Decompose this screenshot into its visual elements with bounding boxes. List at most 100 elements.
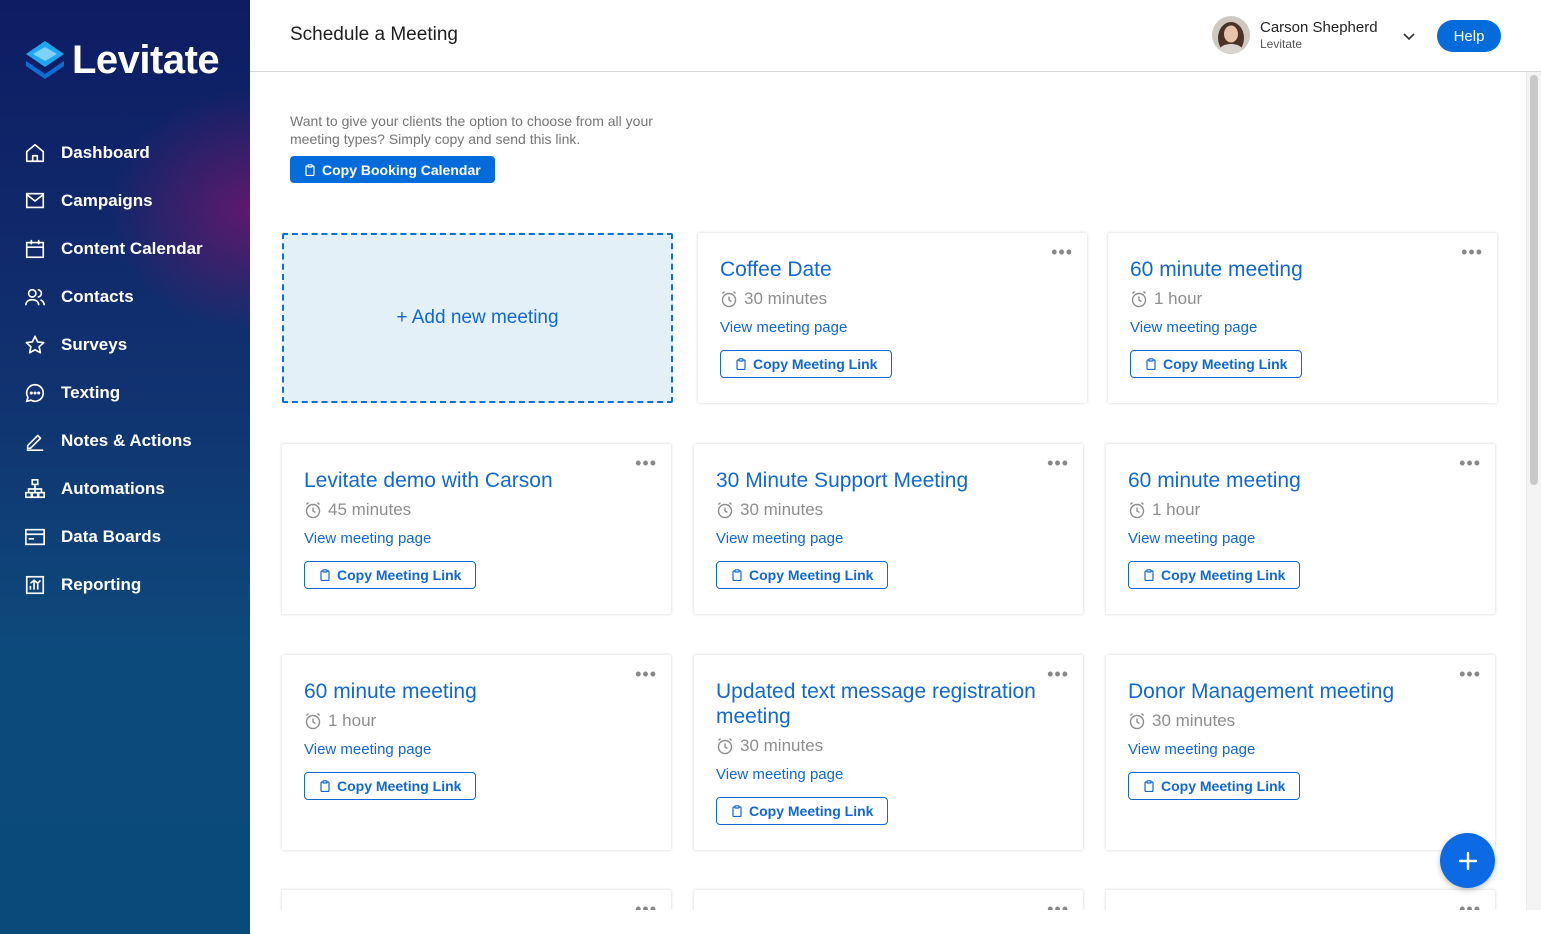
calendar-icon: [24, 238, 46, 260]
clipboard-icon: [1146, 358, 1156, 370]
meeting-title[interactable]: Donor Management meeting: [1128, 679, 1458, 704]
clipboard-icon: [1144, 780, 1154, 792]
meeting-title[interactable]: 60 minute meeting: [1130, 257, 1460, 282]
meeting-card: •••: [282, 890, 671, 910]
sidebar-item-contacts[interactable]: Contacts: [0, 273, 250, 321]
scrollbar-thumb[interactable]: [1530, 75, 1538, 485]
clipboard-icon: [732, 569, 742, 581]
clock-icon: [305, 713, 321, 730]
chevron-down-icon[interactable]: [1400, 27, 1418, 45]
main-content: Want to give your clients the option to …: [250, 72, 1526, 910]
sidebar-item-notes-actions[interactable]: Notes & Actions: [0, 417, 250, 465]
copy-meeting-link-button[interactable]: Copy Meeting Link: [304, 561, 477, 589]
view-meeting-page-link[interactable]: View meeting page: [304, 530, 431, 547]
copy-booking-calendar-button[interactable]: Copy Booking Calendar: [290, 156, 495, 183]
more-options-icon[interactable]: •••: [1459, 665, 1481, 683]
more-options-icon[interactable]: •••: [1047, 900, 1069, 910]
clock-icon: [717, 502, 733, 519]
view-meeting-page-link[interactable]: View meeting page: [1130, 319, 1257, 336]
copy-meeting-link-button[interactable]: Copy Meeting Link: [304, 772, 477, 800]
view-meeting-page-link[interactable]: View meeting page: [1128, 741, 1255, 758]
clock-icon: [1129, 502, 1145, 519]
plus-icon: [1458, 851, 1477, 870]
meeting-title[interactable]: Updated text message registration meetin…: [716, 679, 1046, 729]
add-new-meeting-label: + Add new meeting: [396, 307, 559, 328]
more-options-icon[interactable]: •••: [635, 900, 657, 910]
more-options-icon[interactable]: •••: [1459, 900, 1481, 910]
meeting-duration: 30 minutes: [716, 500, 823, 520]
more-options-icon[interactable]: •••: [1459, 454, 1481, 472]
meeting-title[interactable]: 60 minute meeting: [1128, 468, 1458, 493]
sidebar-item-texting[interactable]: Texting: [0, 369, 250, 417]
sidebar-item-label: Contacts: [61, 287, 134, 306]
more-options-icon[interactable]: •••: [635, 454, 657, 472]
view-meeting-page-link[interactable]: View meeting page: [720, 319, 847, 336]
brand-name: Levitate: [72, 38, 220, 82]
avatar: [1212, 16, 1250, 54]
sidebar-item-label: Surveys: [61, 335, 128, 354]
clipboard-icon: [1144, 569, 1154, 581]
clock-icon: [721, 291, 737, 308]
meeting-duration: 45 minutes: [304, 500, 411, 520]
users-icon: [24, 286, 46, 308]
chart-icon: [24, 574, 46, 596]
copy-meeting-link-button[interactable]: Copy Meeting Link: [1128, 772, 1301, 800]
meeting-card: ••• 30 Minute Support Meeting 30 minutes…: [694, 444, 1083, 614]
copy-booking-calendar-label: Copy Booking Calendar: [322, 161, 481, 178]
user-organization: Levitate: [1260, 36, 1303, 51]
meeting-title[interactable]: Coffee Date: [720, 257, 1050, 282]
help-button[interactable]: Help: [1437, 20, 1501, 52]
meeting-card: •••: [1106, 890, 1495, 910]
meeting-title[interactable]: Levitate demo with Carson: [304, 468, 634, 493]
clock-icon: [1129, 713, 1145, 730]
copy-meeting-link-button[interactable]: Copy Meeting Link: [716, 561, 889, 589]
meeting-card: ••• 60 minute meeting 1 hour View meetin…: [1106, 444, 1495, 614]
levitate-logo[interactable]: Levitate: [24, 38, 220, 82]
home-icon: [24, 142, 46, 164]
sidebar-item-label: Texting: [61, 383, 121, 402]
sidebar-item-campaigns[interactable]: Campaigns: [0, 177, 250, 225]
sidebar-item-label: Automations: [61, 479, 165, 498]
user-menu[interactable]: Carson Shepherd Levitate: [1212, 16, 1378, 54]
meeting-card: ••• 60 minute meeting 1 hour View meetin…: [1108, 233, 1497, 403]
add-new-meeting-card[interactable]: + Add new meeting: [282, 233, 673, 403]
clipboard-icon: [736, 358, 746, 370]
clock-icon: [305, 502, 321, 519]
clipboard-icon: [320, 569, 330, 581]
clock-icon: [1131, 291, 1147, 308]
sidebar-item-content-calendar[interactable]: Content Calendar: [0, 225, 250, 273]
sidebar-item-label: Notes & Actions: [61, 431, 192, 450]
copy-meeting-link-button[interactable]: Copy Meeting Link: [716, 797, 889, 825]
meeting-card: •••: [694, 890, 1083, 910]
sidebar-item-label: Content Calendar: [61, 239, 203, 258]
more-options-icon[interactable]: •••: [1461, 243, 1483, 261]
view-meeting-page-link[interactable]: View meeting page: [304, 741, 431, 758]
card-icon: [24, 526, 46, 548]
sidebar-item-reporting[interactable]: Reporting: [0, 561, 250, 609]
meeting-title[interactable]: 60 minute meeting: [304, 679, 634, 704]
sidebar-item-surveys[interactable]: Surveys: [0, 321, 250, 369]
clipboard-icon: [305, 163, 315, 176]
star-icon: [24, 334, 46, 356]
copy-meeting-link-button[interactable]: Copy Meeting Link: [1128, 561, 1301, 589]
sidebar-item-data-boards[interactable]: Data Boards: [0, 513, 250, 561]
sidebar-item-label: Dashboard: [61, 143, 150, 162]
meeting-card: ••• Levitate demo with Carson 45 minutes…: [282, 444, 671, 614]
view-meeting-page-link[interactable]: View meeting page: [716, 530, 843, 547]
sidebar-item-dashboard[interactable]: Dashboard: [0, 129, 250, 177]
more-options-icon[interactable]: •••: [1047, 454, 1069, 472]
more-options-icon[interactable]: •••: [1047, 665, 1069, 683]
page-title: Schedule a Meeting: [290, 24, 458, 45]
add-floating-button[interactable]: [1440, 833, 1495, 888]
copy-meeting-link-button[interactable]: Copy Meeting Link: [1130, 350, 1303, 378]
copy-meeting-link-button[interactable]: Copy Meeting Link: [720, 350, 893, 378]
meeting-title[interactable]: 30 Minute Support Meeting: [716, 468, 1046, 493]
more-options-icon[interactable]: •••: [1051, 243, 1073, 261]
meeting-card: ••• Updated text message registration me…: [694, 655, 1083, 850]
more-options-icon[interactable]: •••: [635, 665, 657, 683]
view-meeting-page-link[interactable]: View meeting page: [716, 766, 843, 783]
sidebar-item-automations[interactable]: Automations: [0, 465, 250, 513]
view-meeting-page-link[interactable]: View meeting page: [1128, 530, 1255, 547]
sidebar-item-label: Campaigns: [61, 191, 153, 210]
vertical-scrollbar[interactable]: [1526, 72, 1541, 910]
